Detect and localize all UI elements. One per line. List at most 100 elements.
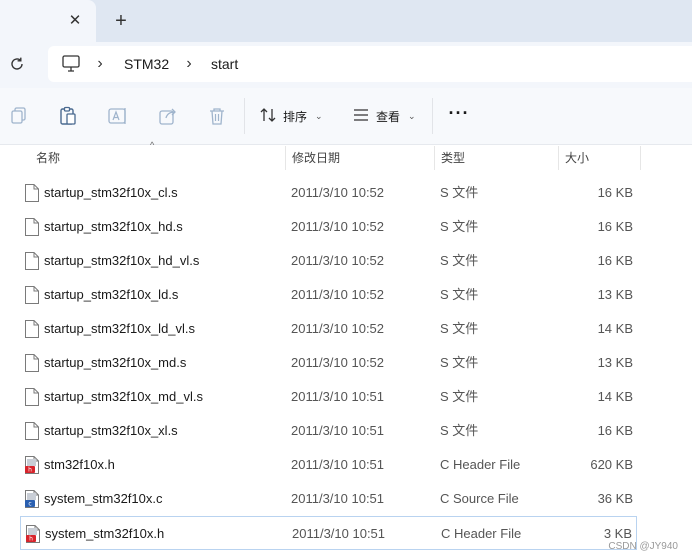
active-tab[interactable]: ✕ (0, 0, 96, 42)
file-name: startup_stm32f10x_ld_vl.s (44, 321, 196, 336)
column-header-type[interactable]: 类型 (441, 145, 465, 171)
view-label: 查看 (376, 109, 401, 124)
breadcrumb-chevron-icon[interactable]: › (182, 55, 196, 73)
command-bar: 排序 ⌄ 查看 ⌄ ··· (0, 88, 692, 145)
file-name: startup_stm32f10x_md.s (44, 355, 187, 370)
file-row[interactable]: startup_stm32f10x_hd.s 2011/3/10 10:52 S 文… (20, 210, 637, 244)
column-header-name[interactable]: 名称 (36, 145, 60, 171)
file-type: C Header File (441, 526, 522, 541)
s-file-icon (24, 353, 40, 373)
file-name: startup_stm32f10x_hd_vl.s (44, 253, 200, 268)
rename-icon[interactable] (107, 105, 129, 127)
file-date-modified: 2011/3/10 10:52 (291, 321, 385, 336)
view-button[interactable]: 查看 ⌄ (352, 104, 416, 128)
file-size: 16 KB (597, 185, 633, 200)
close-tab-icon[interactable]: ✕ (66, 11, 84, 31)
file-row[interactable]: startup_stm32f10x_ld_vl.s 2011/3/10 10:52… (20, 312, 637, 346)
file-row[interactable]: startup_stm32f10x_md_vl.s 2011/3/10 10:51… (20, 380, 637, 414)
share-icon[interactable] (157, 105, 179, 127)
sort-ascending-icon: ^ (150, 140, 155, 150)
file-row[interactable]: h stm32f10x.h 2011/3/10 10:51 C Header File… (20, 448, 637, 482)
file-date-modified: 2011/3/10 10:52 (291, 253, 385, 268)
column-divider[interactable] (558, 146, 559, 170)
svg-text:c: c (28, 501, 31, 508)
file-type: S 文件 (440, 219, 479, 234)
sort-label: 排序 (283, 109, 308, 124)
file-row[interactable]: startup_stm32f10x_ld.s 2011/3/10 10:52 S 文… (20, 278, 637, 312)
file-date-modified: 2011/3/10 10:51 (292, 526, 386, 541)
file-size: 16 KB (597, 253, 633, 268)
file-type: C Source File (440, 491, 519, 506)
file-type: S 文件 (440, 287, 479, 302)
this-pc-icon[interactable] (60, 54, 82, 74)
column-divider[interactable] (285, 146, 286, 170)
file-row[interactable]: startup_stm32f10x_md.s 2011/3/10 10:52 S 文… (20, 346, 637, 380)
breadcrumb-item-stm32[interactable]: STM32 (124, 55, 169, 73)
header-file-icon: h (24, 455, 40, 475)
file-size: 13 KB (597, 287, 633, 302)
more-options-button[interactable]: ··· (448, 104, 470, 126)
file-date-modified: 2011/3/10 10:52 (291, 287, 385, 302)
file-type: S 文件 (440, 389, 479, 404)
file-type: S 文件 (440, 253, 479, 268)
view-icon (352, 106, 370, 127)
sort-button[interactable]: 排序 ⌄ (259, 104, 323, 128)
file-date-modified: 2011/3/10 10:51 (291, 457, 385, 472)
file-row[interactable]: h system_stm32f10x.h 2011/3/10 10:51 C Head… (20, 516, 637, 550)
file-size: 36 KB (597, 491, 633, 506)
tab-strip: ✕ + (0, 0, 692, 42)
file-date-modified: 2011/3/10 10:52 (291, 355, 385, 370)
copy-icon[interactable] (8, 105, 30, 127)
refresh-icon[interactable] (7, 54, 27, 74)
file-row[interactable]: startup_stm32f10x_hd_vl.s 2011/3/10 10:52… (20, 244, 637, 278)
s-file-icon (24, 251, 40, 271)
address-bar[interactable]: › STM32 › start (48, 46, 692, 82)
file-name: startup_stm32f10x_md_vl.s (44, 389, 203, 404)
s-file-icon (24, 217, 40, 237)
file-type: S 文件 (440, 321, 479, 336)
file-name: startup_stm32f10x_cl.s (44, 185, 178, 200)
delete-icon[interactable] (206, 105, 228, 127)
toolbar-divider (244, 98, 245, 134)
address-row: › STM32 › start (0, 42, 692, 88)
file-row[interactable]: c system_stm32f10x.c 2011/3/10 10:51 C Sour… (20, 482, 637, 516)
s-file-icon (24, 387, 40, 407)
file-name: stm32f10x.h (44, 457, 115, 472)
file-date-modified: 2011/3/10 10:51 (291, 491, 385, 506)
file-size: 13 KB (597, 355, 633, 370)
column-header-date[interactable]: 修改日期 (292, 145, 340, 171)
paste-icon[interactable] (57, 105, 79, 127)
watermark: CSDN @JY940 (608, 541, 678, 552)
header-file-icon: h (25, 524, 41, 544)
file-type: C Header File (440, 457, 521, 472)
svg-text:h: h (28, 467, 32, 474)
column-divider[interactable] (434, 146, 435, 170)
chevron-down-icon: ⌄ (408, 110, 416, 121)
file-size: 16 KB (597, 423, 633, 438)
file-row[interactable]: startup_stm32f10x_xl.s 2011/3/10 10:51 S 文… (20, 414, 637, 448)
file-date-modified: 2011/3/10 10:52 (291, 219, 385, 234)
chevron-down-icon: ⌄ (315, 110, 323, 121)
file-date-modified: 2011/3/10 10:51 (291, 423, 385, 438)
file-size: 14 KB (597, 321, 633, 336)
file-date-modified: 2011/3/10 10:51 (291, 389, 385, 404)
file-name: system_stm32f10x.c (44, 491, 163, 506)
toolbar-divider (432, 98, 433, 134)
file-date-modified: 2011/3/10 10:52 (291, 185, 385, 200)
file-name: system_stm32f10x.h (45, 526, 165, 541)
s-file-icon (24, 319, 40, 339)
sort-icon (259, 106, 277, 127)
svg-text:h: h (29, 536, 33, 543)
column-header-size[interactable]: 大小 (565, 145, 589, 171)
file-name: startup_stm32f10x_hd.s (44, 219, 183, 234)
file-size: 14 KB (597, 389, 633, 404)
column-divider[interactable] (640, 146, 641, 170)
breadcrumb-item-start[interactable]: start (211, 55, 238, 73)
file-size: 620 KB (590, 457, 633, 472)
breadcrumb-chevron-icon[interactable]: › (93, 55, 107, 73)
new-tab-button[interactable]: + (110, 10, 132, 32)
file-type: S 文件 (440, 423, 479, 438)
s-file-icon (24, 285, 40, 305)
file-type: S 文件 (440, 185, 479, 200)
file-row[interactable]: startup_stm32f10x_cl.s 2011/3/10 10:52 S 文… (20, 176, 637, 210)
